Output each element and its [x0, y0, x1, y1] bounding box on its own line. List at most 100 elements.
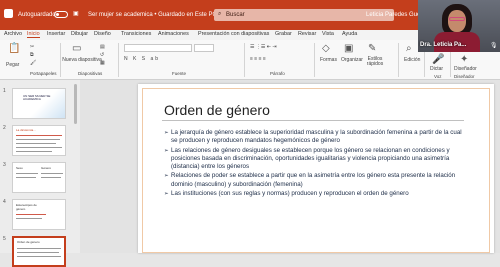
tab-insertar[interactable]: Insertar [47, 31, 65, 37]
shapes-icon[interactable]: ◇ [322, 43, 330, 54]
thumbnail-line [16, 139, 60, 140]
slide-thumbnail[interactable]: La dicotomía... [12, 125, 66, 156]
tab-grabar[interactable]: Grabar [275, 31, 292, 37]
layout-icon[interactable]: ▤ [100, 44, 105, 50]
slide-thumbnail[interactable]: UN SER MUJER SE ACADEMICA [12, 88, 66, 119]
reset-icon[interactable]: ↺ [100, 52, 104, 58]
thumbnail-line [41, 173, 63, 174]
thumbnail-line [16, 147, 62, 148]
slide-thumbnail[interactable]: Sexo Género [12, 162, 66, 193]
thumbnail-line [16, 135, 62, 136]
thumbnail-line [17, 256, 61, 257]
thumbnail-number: 4 [3, 199, 6, 205]
tab-transiciones[interactable]: Transiciones [121, 31, 151, 37]
thumbnail-number: 2 [3, 125, 6, 131]
font-style-buttons[interactable]: N K S ab [124, 56, 160, 62]
participant-face [448, 10, 466, 32]
thumbnail-line [16, 151, 52, 152]
paste-button[interactable]: Pegar [6, 62, 19, 68]
tab-ayuda[interactable]: Ayuda [342, 31, 357, 37]
bullets-icon[interactable]: ☰ ⋮☰ ⇤ ⇥ [250, 44, 277, 50]
powerpoint-logo-icon [4, 9, 13, 18]
group-voice: Voz [434, 74, 442, 79]
tab-presentacion[interactable]: Presentación con diapositivas [198, 31, 269, 37]
tab-vista[interactable]: Vista [322, 31, 334, 37]
thumbnail-line [16, 177, 36, 178]
bullet-item: Relaciones de poder se establece a parti… [164, 172, 464, 189]
slide-thumbnail[interactable]: Estereotipos de género [12, 199, 66, 230]
tab-dibujar[interactable]: Dibujar [71, 31, 88, 37]
participant-name: Dra. Leticia Pa... [420, 42, 467, 48]
mic-icon[interactable]: 🎙 [490, 42, 498, 49]
slide-thumbnail-selected[interactable]: Orden de género [12, 236, 66, 267]
video-call-overlay[interactable]: Dra. Leticia Pa... 🎙 [418, 0, 500, 52]
separator [244, 43, 245, 77]
separator [118, 43, 119, 77]
editing-icon[interactable]: ⌕ [406, 43, 412, 54]
cut-icon[interactable]: ✂ [30, 44, 34, 50]
arrange-icon[interactable]: ▣ [344, 43, 353, 54]
microphone-icon[interactable]: 🎤 [432, 54, 444, 65]
thumbnail-line [41, 177, 61, 178]
designer-button[interactable]: Diseñador [454, 66, 477, 72]
autosave-toggle[interactable] [54, 11, 68, 18]
quick-styles-button[interactable]: Estilos rápidos [362, 57, 388, 67]
new-slide-icon[interactable]: ▭ [72, 43, 81, 54]
thumbnail-text: Orden de género [17, 240, 40, 244]
separator [398, 43, 399, 77]
bullet-item: Las instituciones (con sus reglas y norm… [164, 190, 464, 199]
thumbnail-line [17, 248, 61, 249]
tab-revisar[interactable]: Revisar [298, 31, 316, 37]
thumbnail-text: género [16, 207, 26, 211]
search-placeholder: Buscar [226, 12, 245, 18]
thumbnail-line [16, 214, 46, 215]
font-size-box[interactable] [194, 44, 214, 52]
bullet-list[interactable]: La jerarquía de género establece la supe… [164, 129, 464, 199]
separator [60, 43, 61, 77]
group-slides: Diapositivas [78, 71, 103, 76]
quick-styles-icon[interactable]: ✎ [368, 43, 376, 54]
tab-animaciones[interactable]: Animaciones [158, 31, 189, 37]
thumbnail-number: 1 [3, 88, 6, 94]
shapes-button[interactable]: Formas [320, 57, 337, 63]
document-title[interactable]: Ser mujer se academica • Guardado en Est… [88, 12, 217, 18]
thumbnail-number: 3 [3, 162, 6, 168]
slide-thumbnail-pane: 1 UN SER MUJER SE ACADEMICA 2 La dicotom… [0, 80, 80, 267]
group-paragraph: Párrafo [270, 71, 285, 76]
dictate-button[interactable]: Dictar [430, 66, 443, 72]
current-slide[interactable]: Orden de género La jerarquía de género e… [138, 84, 494, 253]
bullet-item: Las relaciones de género desiguales se e… [164, 147, 464, 172]
font-name-box[interactable] [124, 44, 192, 52]
tab-inicio[interactable]: Inicio [27, 31, 40, 38]
thumbnail-number: 5 [3, 236, 6, 242]
align-icons[interactable]: ≡ ≡ ≡ ≡ [250, 56, 266, 62]
group-font: Fuente [172, 71, 187, 76]
thumbnail-scrollbar[interactable] [74, 84, 77, 124]
format-painter-icon[interactable]: 🖌 [30, 60, 36, 66]
group-designer: Diseñador [454, 74, 475, 79]
copy-icon[interactable]: ⧉ [30, 52, 34, 58]
autosave-label: Autoguardado [18, 12, 56, 18]
thumbnail-text: Género [41, 166, 52, 170]
save-icon[interactable]: ▣ [73, 10, 79, 17]
thumbnail-line [16, 173, 38, 174]
thumbnail-text: UN SER MUJER SE ACADEMICA [23, 94, 51, 102]
slide-title[interactable]: Orden de género [164, 102, 270, 118]
bullet-item: La jerarquía de género establece la supe… [164, 129, 464, 146]
search-icon: ⌕ [218, 11, 222, 17]
separator [314, 43, 315, 77]
thumbnail-text: La dicotomía... [16, 128, 36, 132]
title-underline [162, 120, 464, 121]
thumbnail-text: Sexo [16, 166, 23, 170]
participant-glasses [449, 17, 465, 21]
section-icon[interactable]: ▦ [100, 60, 105, 66]
tab-archivo[interactable]: Archivo [4, 31, 22, 37]
paste-icon[interactable]: 📋 [8, 43, 20, 54]
designer-icon[interactable]: ✦ [460, 54, 468, 65]
editing-button[interactable]: Edición [404, 57, 420, 63]
tab-diseno[interactable]: Diseño [94, 31, 111, 37]
thumbnail-line [16, 218, 42, 219]
thumbnail-line [16, 143, 56, 144]
new-slide-button[interactable]: Nueva diapositiva [62, 58, 102, 63]
arrange-button[interactable]: Organizar [341, 57, 363, 63]
